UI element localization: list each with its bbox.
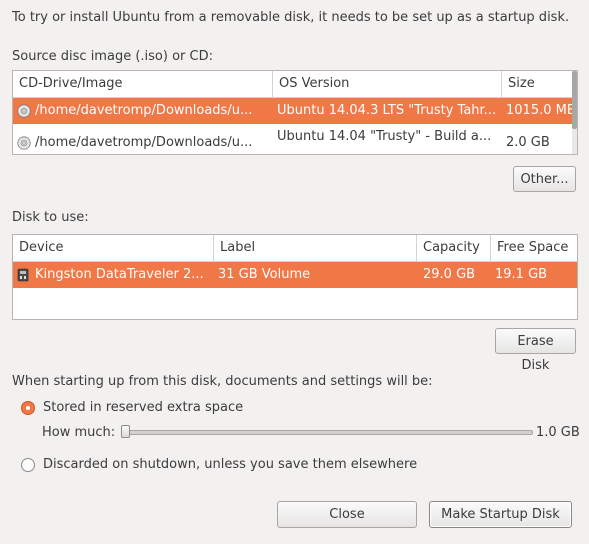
source-scrollbar[interactable] <box>572 71 577 154</box>
discarded-radio[interactable] <box>21 458 35 472</box>
size-slider-handle[interactable] <box>121 425 130 438</box>
source-table[interactable]: CD-Drive/Image OS Version Size /home/dav… <box>12 70 578 155</box>
how-much-label: How much: <box>42 425 116 440</box>
disk-row-1[interactable]: Kingston DataTraveler 2... 31 GB Volume … <box>13 262 577 288</box>
source-image-path: /home/davetromp/Downloads/u... <box>35 103 253 118</box>
intro-text: To try or install Ubuntu from a removabl… <box>12 10 570 25</box>
how-much-value: 1.0 GB <box>536 425 580 440</box>
column-size[interactable]: Size <box>502 71 572 97</box>
size-slider-track[interactable] <box>121 430 533 435</box>
cd-disc-icon <box>17 136 31 150</box>
source-size: 2.0 GB <box>506 135 550 150</box>
discarded-option-label[interactable]: Discarded on shutdown, unless you save t… <box>43 457 417 472</box>
source-table-header: CD-Drive/Image OS Version Size <box>13 71 577 98</box>
erase-disk-button[interactable]: Erase Disk <box>495 328 576 373</box>
source-size: 1015.0 MB <box>506 103 572 118</box>
column-label[interactable]: Label <box>214 235 417 261</box>
column-os-version[interactable]: OS Version <box>273 71 502 97</box>
disk-free-space: 19.1 GB <box>495 267 548 282</box>
disk-table-header: Device Label Capacity Free Space <box>13 235 577 262</box>
column-cd-drive-image[interactable]: CD-Drive/Image <box>13 71 273 97</box>
disk-volume-label: 31 GB Volume <box>218 267 311 282</box>
other-button[interactable]: Other... <box>513 166 576 192</box>
column-free-space[interactable]: Free Space <box>491 235 577 261</box>
source-label: Source disc image (.iso) or CD: <box>12 49 213 64</box>
source-scrollbar-thumb[interactable] <box>572 71 577 130</box>
source-row-1[interactable]: /home/davetromp/Downloads/u... Ubuntu 14… <box>13 98 577 124</box>
stored-option-label[interactable]: Stored in reserved extra space <box>43 400 243 415</box>
column-capacity[interactable]: Capacity <box>417 235 491 261</box>
source-os-version: Ubuntu 14.04.3 LTS "Trusty Tahr... <box>277 103 497 118</box>
make-startup-disk-button[interactable]: Make Startup Disk <box>429 501 572 528</box>
close-button[interactable]: Close <box>277 501 417 528</box>
source-image-path: /home/davetromp/Downloads/u... <box>35 135 253 150</box>
stored-radio[interactable] <box>21 401 35 415</box>
column-device[interactable]: Device <box>13 235 214 261</box>
persistence-label: When starting up from this disk, documen… <box>12 374 433 389</box>
source-row-2[interactable]: /home/davetromp/Downloads/u... Ubuntu 14… <box>13 124 577 154</box>
disk-label: Disk to use: <box>12 210 89 225</box>
source-os-version: Ubuntu 14.04 "Trusty" - Build a... <box>277 129 492 144</box>
disk-device: Kingston DataTraveler 2... <box>35 267 204 282</box>
disk-table[interactable]: Device Label Capacity Free Space Kingsto… <box>12 234 578 320</box>
disk-capacity: 29.0 GB <box>423 267 476 282</box>
cd-disc-icon <box>17 104 31 118</box>
usb-drive-icon <box>17 268 29 282</box>
